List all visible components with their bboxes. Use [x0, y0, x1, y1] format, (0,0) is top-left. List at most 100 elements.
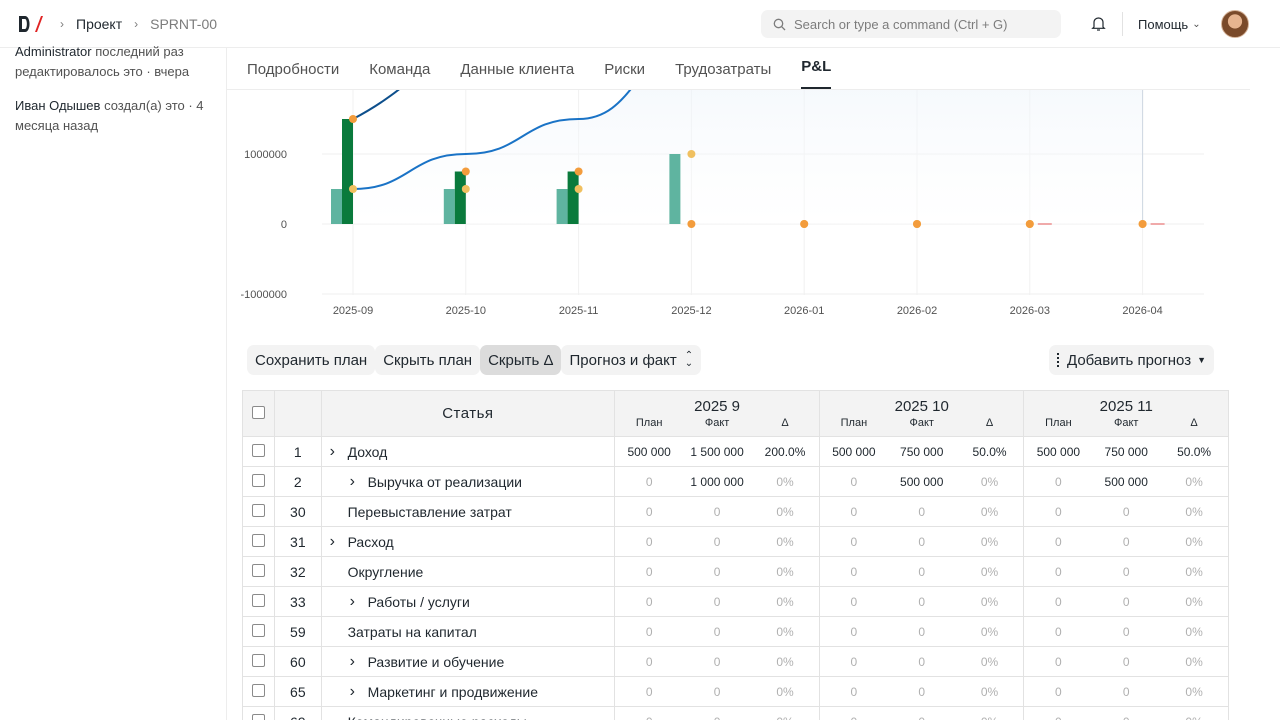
expand-chevron-icon[interactable]: › [350, 683, 364, 701]
delta-value[interactable]: 0% [1160, 595, 1228, 609]
plan-value[interactable]: 0 [615, 715, 683, 720]
expand-chevron-icon[interactable]: › [330, 443, 344, 461]
table-row[interactable]: 30 Перевыставление затрат 0 0 0% 0 0 0% 0 0 0% [242, 496, 1229, 527]
delta-value[interactable]: 0% [1160, 625, 1228, 639]
row-checkbox[interactable] [252, 473, 266, 487]
delta-value[interactable]: 0% [751, 505, 819, 519]
select-all-checkbox[interactable] [252, 405, 266, 419]
save-plan-button[interactable]: Сохранить план [247, 345, 376, 375]
expand-chevron-icon[interactable]: › [330, 533, 344, 551]
hide-plan-button[interactable]: Скрыть план [375, 345, 481, 375]
fact-value[interactable]: 1 000 000 [683, 475, 751, 489]
delta-value[interactable]: 0% [956, 715, 1024, 720]
header-select-all[interactable] [242, 390, 276, 437]
row-checkbox[interactable] [252, 713, 266, 720]
plan-value[interactable]: 0 [1024, 475, 1092, 489]
notification-bell-icon[interactable] [1090, 15, 1107, 32]
plan-value[interactable]: 0 [820, 505, 888, 519]
fact-value[interactable]: 0 [888, 535, 956, 549]
fact-value[interactable]: 0 [888, 685, 956, 699]
delta-value[interactable]: 0% [956, 535, 1024, 549]
delta-value[interactable]: 0% [1160, 565, 1228, 579]
avatar[interactable] [1221, 10, 1249, 38]
delta-value[interactable]: 0% [751, 565, 819, 579]
plan-value[interactable]: 0 [615, 595, 683, 609]
plan-value[interactable]: 0 [615, 565, 683, 579]
tab-2[interactable]: Данные клиента [460, 61, 574, 89]
plan-value[interactable]: 0 [1024, 565, 1092, 579]
breadcrumb-current[interactable]: SPRNT-00 [150, 16, 217, 32]
plan-value[interactable]: 500 000 [615, 445, 683, 459]
delta-value[interactable]: 0% [751, 595, 819, 609]
plan-value[interactable]: 500 000 [1024, 445, 1092, 459]
fact-value[interactable]: 0 [1092, 505, 1160, 519]
activity-user[interactable]: Administrator [15, 44, 92, 59]
plan-value[interactable]: 0 [820, 655, 888, 669]
delta-value[interactable]: 0% [956, 475, 1024, 489]
add-forecast-button[interactable]: Добавить прогноз ▼ [1049, 345, 1214, 375]
plan-value[interactable]: 0 [820, 625, 888, 639]
expand-chevron-icon[interactable]: › [350, 593, 364, 611]
fact-value[interactable]: 0 [1092, 715, 1160, 720]
delta-value[interactable]: 0% [956, 505, 1024, 519]
delta-value[interactable]: 0% [1160, 655, 1228, 669]
tab-0[interactable]: Подробности [247, 61, 339, 89]
fact-value[interactable]: 0 [1092, 565, 1160, 579]
delta-value[interactable]: 0% [751, 535, 819, 549]
fact-value[interactable]: 0 [683, 595, 751, 609]
table-row[interactable]: 33 › Работы / услуги 0 0 0% 0 0 0% 0 0 0% [242, 586, 1229, 617]
delta-value[interactable]: 0% [751, 685, 819, 699]
delta-value[interactable]: 0% [1160, 505, 1228, 519]
search-input[interactable]: Search or type a command (Ctrl + G) [761, 10, 1061, 38]
tab-5[interactable]: P&L [801, 58, 832, 89]
plan-value[interactable]: 0 [1024, 535, 1092, 549]
delta-value[interactable]: 0% [956, 655, 1024, 669]
row-checkbox[interactable] [252, 623, 266, 637]
delta-value[interactable]: 50.0% [956, 445, 1024, 459]
plan-value[interactable]: 0 [820, 715, 888, 720]
fact-value[interactable]: 0 [683, 625, 751, 639]
table-row[interactable]: 60 › Развитие и обучение 0 0 0% 0 0 0% 0 0 0% [242, 646, 1229, 677]
plan-value[interactable]: 0 [1024, 625, 1092, 639]
row-checkbox[interactable] [252, 653, 266, 667]
plan-value[interactable]: 0 [615, 535, 683, 549]
expand-chevron-icon[interactable]: › [350, 473, 364, 491]
row-checkbox[interactable] [252, 683, 266, 697]
fact-value[interactable]: 0 [888, 715, 956, 720]
fact-value[interactable]: 0 [888, 625, 956, 639]
delta-value[interactable]: 0% [1160, 715, 1228, 720]
row-checkbox[interactable] [252, 503, 266, 517]
tab-4[interactable]: Трудозатраты [675, 61, 771, 89]
fact-value[interactable]: 0 [683, 655, 751, 669]
row-checkbox[interactable] [252, 563, 266, 577]
fact-value[interactable]: 750 000 [1092, 445, 1160, 459]
fact-value[interactable]: 750 000 [888, 445, 956, 459]
fact-value[interactable]: 0 [1092, 535, 1160, 549]
delta-value[interactable]: 0% [751, 625, 819, 639]
fact-value[interactable]: 1 500 000 [683, 445, 751, 459]
table-row[interactable]: 59 Затраты на капитал 0 0 0% 0 0 0% 0 0 0% [242, 616, 1229, 647]
plan-value[interactable]: 0 [1024, 715, 1092, 720]
fact-value[interactable]: 0 [683, 565, 751, 579]
delta-value[interactable]: 0% [1160, 535, 1228, 549]
plan-value[interactable]: 0 [1024, 505, 1092, 519]
plan-value[interactable]: 0 [820, 475, 888, 489]
delta-value[interactable]: 0% [751, 715, 819, 720]
table-row[interactable]: 69Командировочные расходы000%000%000% [242, 706, 1229, 720]
fact-value[interactable]: 0 [888, 595, 956, 609]
table-row[interactable]: 65 › Маркетинг и продвижение 0 0 0% 0 0 0% 0 0 0% [242, 676, 1229, 707]
mode-select[interactable]: Прогноз и факт ⌃ ⌄ [561, 345, 702, 375]
delta-value[interactable]: 0% [956, 565, 1024, 579]
plan-value[interactable]: 0 [1024, 655, 1092, 669]
fact-value[interactable]: 0 [683, 685, 751, 699]
delta-value[interactable]: 0% [956, 625, 1024, 639]
fact-value[interactable]: 0 [888, 655, 956, 669]
plan-value[interactable]: 0 [615, 625, 683, 639]
help-dropdown[interactable]: Помощь ⌄ [1138, 0, 1201, 48]
delta-value[interactable]: 0% [956, 595, 1024, 609]
fact-value[interactable]: 500 000 [888, 475, 956, 489]
row-checkbox[interactable] [252, 443, 266, 457]
delta-value[interactable]: 0% [751, 475, 819, 489]
tab-3[interactable]: Риски [604, 61, 645, 89]
breadcrumb-project[interactable]: Проект [76, 16, 122, 32]
